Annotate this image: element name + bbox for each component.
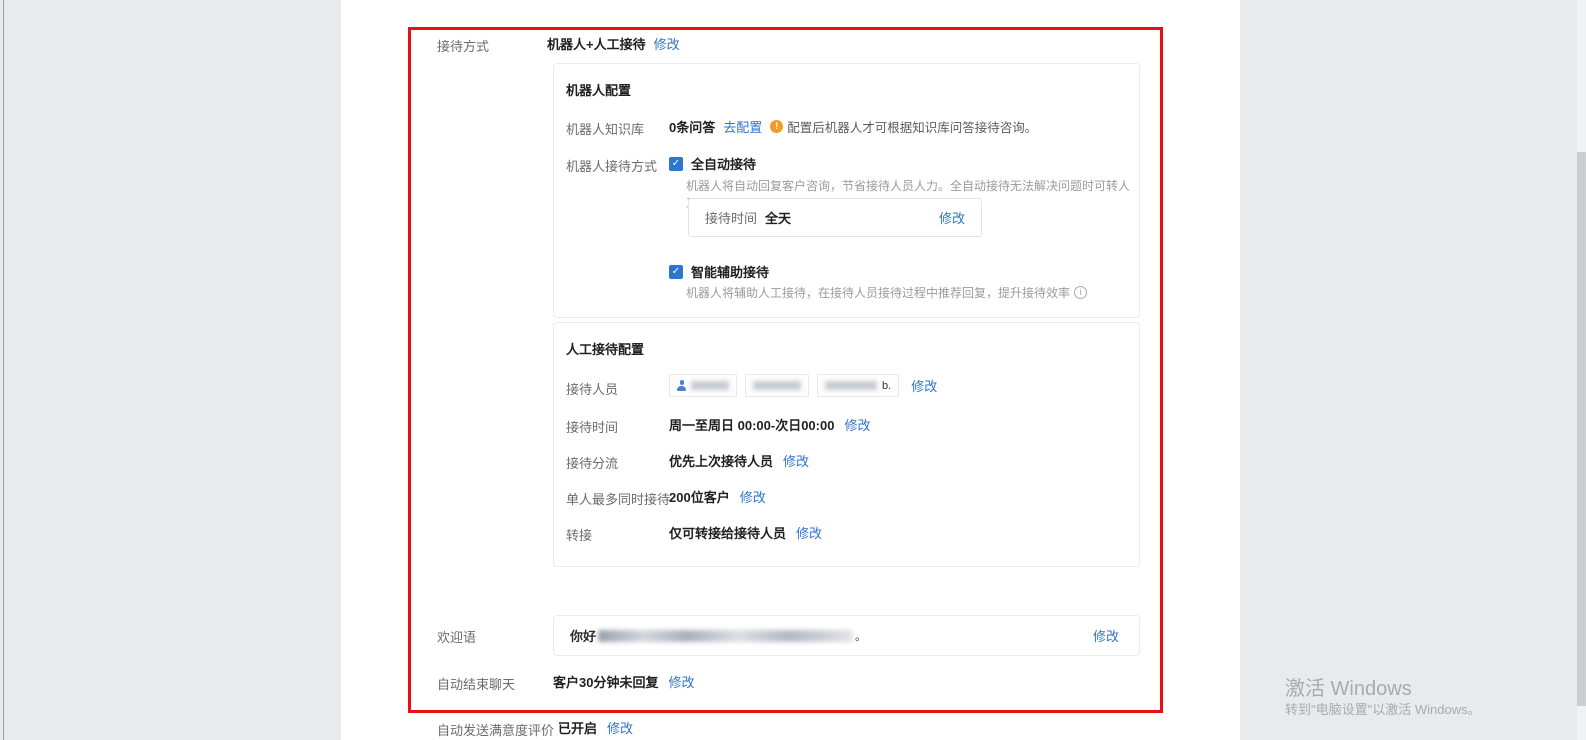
full-auto-time-modify-link[interactable]: 修改: [939, 208, 965, 227]
satisfaction-label: 自动发送满意度评价: [437, 720, 554, 739]
warning-exclamation-icon: [770, 120, 783, 133]
reception-method-label: 接待方式: [437, 36, 489, 55]
transfer-modify-link[interactable]: 修改: [796, 523, 822, 542]
redacted-name: [753, 381, 801, 390]
robot-knowledge-label: 机器人知识库: [566, 119, 644, 138]
full-auto-time-label: 接待时间: [705, 208, 757, 227]
transfer-value: 仅可转接给接待人员: [669, 523, 786, 542]
redacted-welcome-text: [598, 630, 853, 642]
staff-member-chip[interactable]: [669, 374, 737, 397]
welcome-text-start: 你好: [570, 626, 596, 645]
welcome-modify-link[interactable]: 修改: [1093, 626, 1119, 645]
reception-method-modify-link[interactable]: 修改: [654, 34, 680, 53]
full-auto-time-box: 接待时间 全天 修改: [688, 198, 982, 237]
scrollbar-thumb[interactable]: [1577, 152, 1586, 706]
transfer-label: 转接: [566, 525, 592, 544]
staff-modify-link[interactable]: 修改: [911, 376, 937, 395]
staff-member-chip[interactable]: b.: [817, 374, 899, 397]
robot-knowledge-configure-link[interactable]: 去配置: [723, 117, 762, 136]
auto-end-value: 客户30分钟未回复: [553, 672, 658, 691]
reception-method-value: 机器人+人工接待: [547, 34, 646, 53]
welcome-label: 欢迎语: [437, 627, 476, 646]
robot-knowledge-notice: 配置后机器人才可根据知识库问答接待咨询。: [787, 117, 1037, 136]
manual-time-value: 周一至周日 00:00-次日00:00: [669, 415, 834, 434]
robot-config-card: 机器人配置 机器人知识库 0条问答 去配置 配置后机器人才可根据知识库问答接待咨…: [553, 63, 1140, 318]
robot-method-label: 机器人接待方式: [566, 156, 657, 175]
satisfaction-value: 已开启: [558, 718, 597, 737]
welcome-text-end: 。: [855, 628, 866, 644]
split-modify-link[interactable]: 修改: [783, 451, 809, 470]
satisfaction-modify-link[interactable]: 修改: [607, 718, 633, 737]
welcome-message-box: 你好 。 修改: [553, 615, 1140, 656]
redacted-name: [825, 381, 877, 390]
smart-assist-label: 智能辅助接待: [691, 262, 769, 281]
info-circle-icon[interactable]: [1074, 286, 1087, 299]
staff-name-fragment: b.: [882, 380, 891, 392]
robot-config-title: 机器人配置: [566, 80, 631, 99]
manual-time-label: 接待时间: [566, 417, 618, 436]
max-concurrent-modify-link[interactable]: 修改: [740, 487, 766, 506]
staff-label: 接待人员: [566, 379, 618, 398]
max-concurrent-label: 单人最多同时接待: [566, 489, 670, 508]
manual-time-modify-link[interactable]: 修改: [844, 415, 870, 434]
auto-end-modify-link[interactable]: 修改: [668, 672, 694, 691]
windows-activation-subtitle: 转到"电脑设置"以激活 Windows。: [1285, 699, 1481, 718]
smart-assist-desc: 机器人将辅助人工接待，在接待人员接待过程中推荐回复，提升接待效率: [686, 284, 1070, 301]
max-concurrent-value: 200位客户: [669, 487, 730, 506]
windows-activation-title: 激活 Windows: [1285, 672, 1412, 701]
staff-member-chip[interactable]: [745, 374, 809, 397]
split-value: 优先上次接待人员: [669, 451, 773, 470]
smart-assist-checkbox[interactable]: [669, 265, 683, 279]
full-auto-time-value: 全天: [765, 208, 791, 227]
split-label: 接待分流: [566, 453, 618, 472]
manual-config-title: 人工接待配置: [566, 339, 644, 358]
redacted-name: [691, 381, 729, 390]
manual-config-card: 人工接待配置 接待人员 b. 修改 接待时间 周一至周日 00:00-次日00:…: [553, 322, 1140, 567]
person-icon: [677, 380, 686, 391]
robot-knowledge-value: 0条问答: [669, 117, 715, 136]
full-auto-checkbox[interactable]: [669, 157, 683, 171]
full-auto-label: 全自动接待: [691, 154, 756, 173]
window-left-edge: [3, 0, 4, 740]
auto-end-label: 自动结束聊天: [437, 674, 515, 693]
